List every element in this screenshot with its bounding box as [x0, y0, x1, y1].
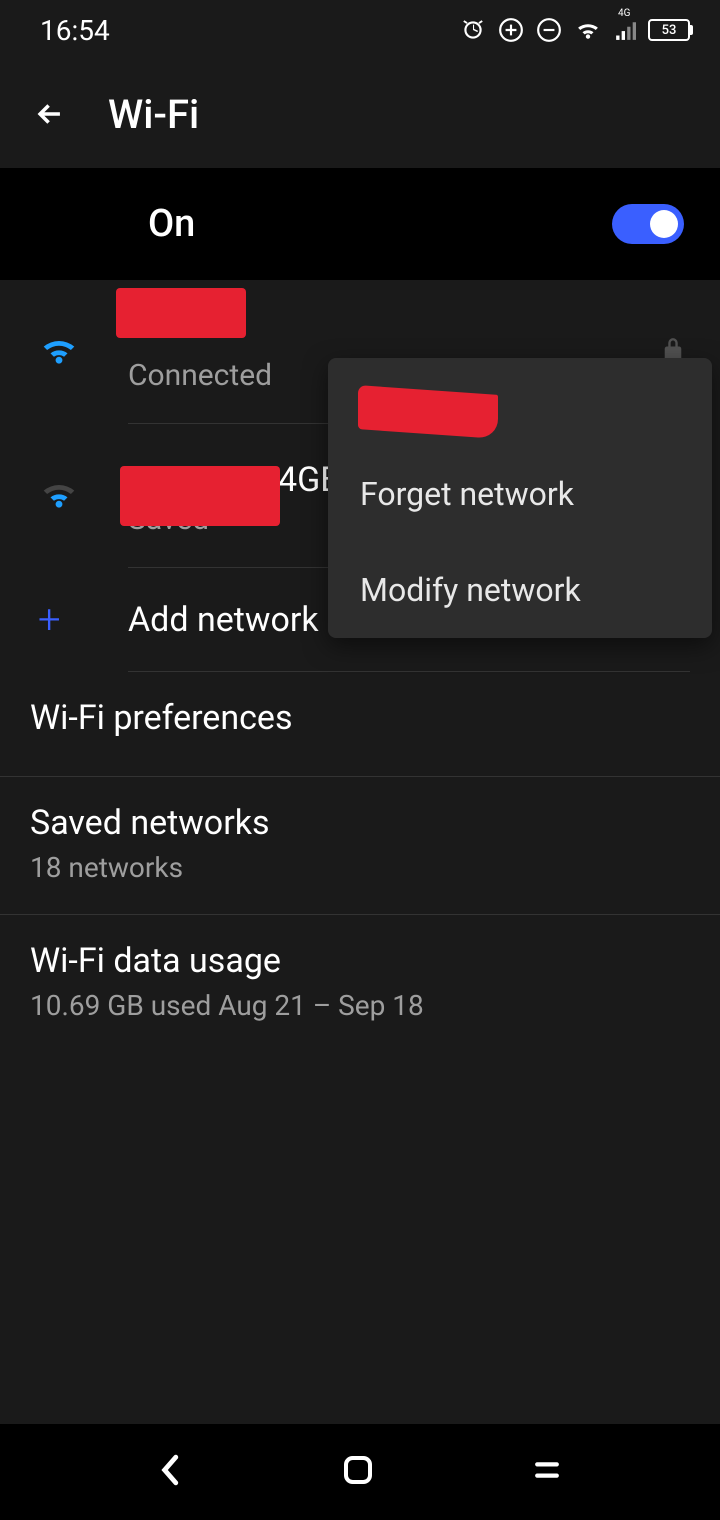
alarm-icon	[460, 17, 486, 43]
forget-network-item[interactable]: Forget network	[328, 446, 712, 542]
redaction-mark	[120, 466, 280, 526]
network-name-redacted	[128, 310, 690, 352]
wifi-toggle-switch[interactable]	[612, 204, 684, 244]
status-time: 16:54	[40, 14, 110, 47]
minus-circle-icon	[536, 17, 562, 43]
back-button[interactable]	[30, 94, 70, 134]
cellular-signal-icon: 4G	[614, 20, 636, 40]
wifi-toggle-label: On	[148, 202, 195, 246]
add-network-label: Add network	[128, 600, 319, 640]
battery-icon: 53	[648, 19, 690, 41]
wifi-signal-weak-icon	[38, 477, 78, 515]
status-icons-group: 4G 53	[460, 17, 690, 43]
header: Wi-Fi	[0, 60, 720, 168]
navigation-bar	[0, 1424, 720, 1520]
wifi-toggle-row[interactable]: On	[0, 168, 720, 280]
nav-home-button[interactable]	[342, 1454, 374, 1490]
wifi-data-usage-row[interactable]: Wi-Fi data usage 10.69 GB used Aug 21 – …	[0, 915, 720, 1052]
network-context-menu: Forget network Modify network	[328, 358, 712, 638]
status-bar: 16:54 4G 53	[0, 0, 720, 60]
context-menu-title-redacted	[328, 358, 712, 446]
saved-networks-row[interactable]: Saved networks 18 networks	[0, 777, 720, 915]
nav-back-button[interactable]	[159, 1454, 183, 1490]
wifi-preferences-row[interactable]: Wi-Fi preferences	[0, 672, 720, 777]
wifi-icon	[574, 19, 602, 41]
redaction-mark	[116, 288, 246, 338]
plus-circle-icon	[498, 17, 524, 43]
redaction-mark	[358, 385, 498, 439]
nav-recents-button[interactable]	[533, 1458, 561, 1486]
plus-icon: +	[38, 596, 61, 643]
page-title: Wi-Fi	[108, 91, 199, 138]
modify-network-item[interactable]: Modify network	[328, 542, 712, 638]
wifi-signal-strong-icon	[38, 333, 78, 371]
